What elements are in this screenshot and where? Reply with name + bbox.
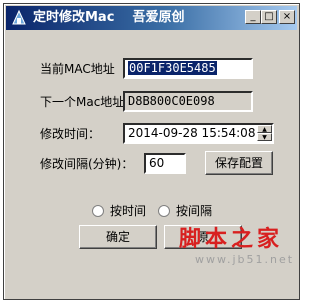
spin-up-icon[interactable]: ▲ (257, 125, 272, 133)
current-mac-value: 00F1F30E5485 (128, 61, 217, 75)
save-config-button[interactable]: 保存配置 (205, 151, 273, 175)
close-button[interactable]: × (279, 10, 295, 24)
radio-by-time[interactable] (92, 205, 104, 217)
modify-time-value: 2014-09-28 15:54:08 (128, 126, 256, 140)
minimize-button[interactable]: _ (245, 10, 261, 24)
app-icon (12, 9, 26, 25)
radio-by-time-label: 按时间 (110, 204, 147, 218)
maximize-button[interactable]: □ (261, 10, 277, 24)
ok-button[interactable]: 确定 (79, 225, 157, 249)
radio-by-interval[interactable] (158, 205, 170, 217)
window-title: 定时修改Mac 吾爱原创 (33, 10, 185, 25)
next-mac-field: D8B800C0E098 (123, 91, 253, 112)
current-mac-label: 当前MAC地址 (40, 62, 115, 76)
next-mac-label: 下一个Mac地址 (40, 95, 125, 109)
secondary-button[interactable]: 原 (164, 225, 242, 249)
radio-by-interval-label: 按间隔 (176, 204, 213, 218)
interval-input[interactable]: 60 (144, 153, 186, 174)
watermark-url: www.jb51.net (195, 253, 295, 266)
interval-label: 修改间隔(分钟)： (40, 157, 134, 171)
modify-time-label: 修改时间： (40, 127, 101, 141)
time-spinner[interactable]: ▲ ▼ (257, 125, 272, 142)
title-bar[interactable]: 定时修改Mac 吾爱原创 _ □ × (6, 6, 297, 30)
app-window: 定时修改Mac 吾爱原创 _ □ × 当前MAC地址 00F1F30E5485 … (3, 3, 300, 300)
current-mac-field[interactable]: 00F1F30E5485 (123, 58, 253, 79)
spin-down-icon[interactable]: ▼ (257, 133, 272, 141)
modify-time-picker[interactable]: 2014-09-28 15:54:08 (123, 123, 274, 144)
